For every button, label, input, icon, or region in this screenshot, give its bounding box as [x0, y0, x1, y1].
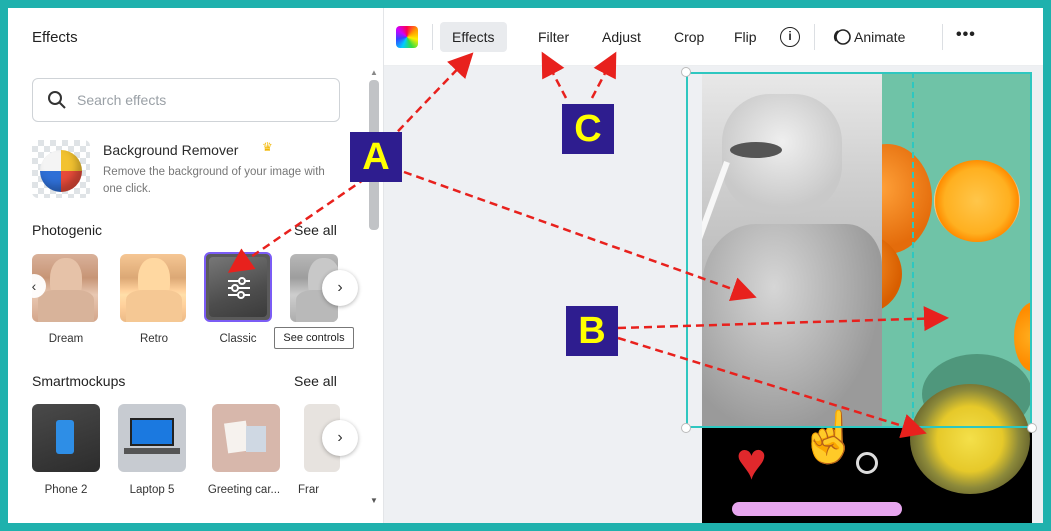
effect-dream-label: Dream — [48, 333, 84, 345]
mockup-greeting-card-thumbnail[interactable] — [212, 404, 280, 472]
annotation-label-b: B — [566, 306, 618, 356]
photogenic-see-all[interactable]: See all — [294, 222, 337, 238]
effect-retro-thumbnail[interactable] — [120, 254, 186, 322]
background-remover-description: Remove the background of your image with… — [103, 166, 325, 195]
pink-bar-decoration — [732, 502, 902, 516]
animate-icon[interactable] — [832, 27, 852, 47]
effect-classic-label: Classic — [219, 333, 257, 345]
scroll-right-button[interactable]: › — [322, 270, 358, 306]
mockups-scroll-right-button[interactable]: › — [322, 420, 358, 456]
refresh-icon — [856, 452, 878, 474]
resize-handle-bottom-left[interactable] — [681, 423, 691, 433]
mockup-phone2-thumbnail[interactable] — [32, 404, 100, 472]
app-frame: Effects Background Remover ♛ Remove the … — [8, 8, 1043, 523]
search-icon — [48, 91, 66, 109]
scroll-left-button[interactable]: ‹ — [22, 274, 46, 298]
smartmockups-title: Smartmockups — [32, 373, 126, 389]
effects-panel: Effects Background Remover ♛ Remove the … — [8, 8, 384, 523]
resize-handle-bottom-right[interactable] — [1027, 423, 1037, 433]
animate-button[interactable]: Animate — [850, 22, 917, 52]
effect-classic-thumbnail[interactable] — [204, 252, 272, 322]
annotation-label-a: A — [350, 132, 402, 182]
resize-handle-top-left[interactable] — [681, 67, 691, 77]
see-controls-tooltip: See controls — [274, 327, 354, 349]
background-remover-title[interactable]: Background Remover — [103, 142, 238, 158]
editor-toolbar: Effects Filter Adjust Crop Flip i Animat… — [384, 8, 1043, 66]
photogenic-title: Photogenic — [32, 222, 103, 238]
crop-guide — [912, 72, 1032, 428]
heart-icon: ♥ — [736, 433, 767, 491]
sliders-icon — [228, 277, 250, 299]
smartmockups-see-all[interactable]: See all — [294, 373, 337, 389]
adjust-button[interactable]: Adjust — [590, 22, 653, 52]
toolbar-divider — [942, 24, 943, 50]
more-options-icon[interactable]: ••• — [956, 26, 976, 44]
search-box[interactable] — [32, 78, 340, 122]
panel-title: Effects — [32, 29, 78, 46]
effects-button[interactable]: Effects — [440, 22, 507, 52]
toolbar-divider — [814, 24, 815, 50]
mockup-laptop5-label: Laptop 5 — [129, 484, 175, 496]
annotation-label-c: C — [562, 104, 614, 154]
mockup-phone2-label: Phone 2 — [44, 484, 88, 496]
toolbar-divider — [432, 24, 433, 50]
flip-button[interactable]: Flip — [722, 22, 769, 52]
info-icon[interactable]: i — [780, 27, 800, 47]
mockup-laptop5-thumbnail[interactable] — [118, 404, 186, 472]
crop-button[interactable]: Crop — [662, 22, 716, 52]
crown-icon: ♛ — [262, 140, 273, 154]
beach-ball-image — [40, 150, 82, 192]
search-input[interactable] — [77, 89, 327, 111]
color-swatch-button[interactable] — [396, 26, 418, 48]
design-canvas[interactable]: ♥ ☝ — [384, 66, 1043, 523]
mockup-greeting-card-label: Greeting car... — [207, 484, 281, 496]
mockup-frame-label: Frar — [298, 484, 320, 496]
background-remover-thumbnail[interactable] — [32, 140, 90, 198]
effect-retro-label: Retro — [139, 333, 169, 345]
filter-button[interactable]: Filter — [526, 22, 581, 52]
